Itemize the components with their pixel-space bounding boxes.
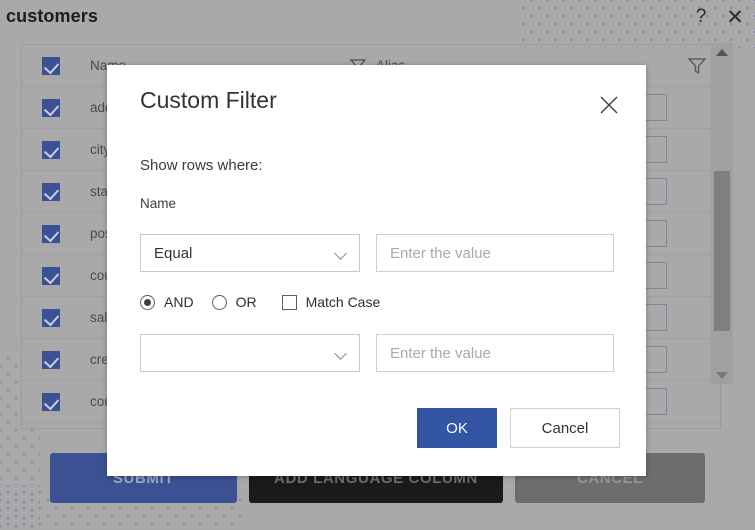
value-input-2[interactable] bbox=[376, 334, 614, 372]
row-checkbox[interactable] bbox=[42, 308, 60, 327]
value-input-1[interactable] bbox=[376, 234, 614, 272]
dialog-title: Custom Filter bbox=[140, 87, 277, 113]
dot-pattern-top-right bbox=[515, 0, 755, 48]
ok-button[interactable]: OK bbox=[417, 408, 497, 448]
operator-select-1[interactable]: Equal bbox=[140, 234, 360, 272]
select-all-checkbox[interactable] bbox=[42, 56, 60, 75]
grid-scrollbar[interactable] bbox=[711, 43, 733, 384]
radio-or[interactable] bbox=[211, 294, 227, 310]
radio-or-label: OR bbox=[235, 294, 257, 310]
custom-filter-dialog: Custom Filter Show rows where: Name Equa… bbox=[107, 65, 646, 476]
triangle-up-icon[interactable] bbox=[711, 43, 733, 61]
row-checkbox[interactable] bbox=[42, 350, 60, 369]
show-rows-where-label: Show rows where: bbox=[140, 157, 263, 174]
chevron-down-icon bbox=[335, 349, 349, 358]
chevron-down-icon bbox=[335, 249, 349, 258]
match-case-checkbox[interactable] bbox=[281, 294, 297, 310]
operator-select-2[interactable] bbox=[140, 334, 360, 372]
close-icon[interactable]: ✕ bbox=[723, 5, 747, 29]
operator-select-1-value: Equal bbox=[154, 244, 193, 262]
scrollbar-thumb[interactable] bbox=[714, 171, 730, 331]
row-checkbox[interactable] bbox=[42, 182, 60, 201]
row-checkbox[interactable] bbox=[42, 392, 60, 411]
field-name-label: Name bbox=[140, 196, 177, 211]
logic-operator-row: AND OR Match Case bbox=[140, 291, 380, 313]
row-checkbox[interactable] bbox=[42, 98, 60, 117]
triangle-down-icon[interactable] bbox=[711, 366, 733, 384]
row-checkbox[interactable] bbox=[42, 224, 60, 243]
help-icon[interactable]: ? bbox=[689, 5, 713, 29]
page-title: customers bbox=[6, 6, 98, 26]
dialog-footer: OK Cancel bbox=[417, 408, 620, 448]
radio-and-label: AND bbox=[164, 294, 194, 310]
radio-and[interactable] bbox=[140, 294, 155, 310]
row-checkbox[interactable] bbox=[42, 266, 60, 285]
app-root: customers ? ✕ Name Alias add city bbox=[0, 0, 755, 530]
filter-icon[interactable] bbox=[687, 58, 707, 75]
match-case-label: Match Case bbox=[305, 294, 381, 310]
close-icon[interactable] bbox=[596, 92, 622, 118]
row-checkbox[interactable] bbox=[42, 140, 60, 159]
cancel-button[interactable]: Cancel bbox=[510, 408, 620, 448]
